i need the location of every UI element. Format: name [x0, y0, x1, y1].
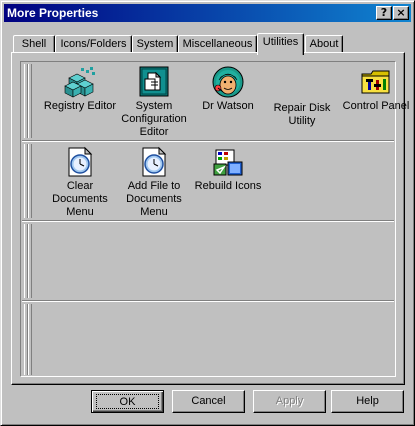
utilities-toolbar: Registry Editor System Configuration Edi…	[20, 61, 409, 377]
toolbar-band-1: Registry Editor System Configuration Edi…	[22, 62, 409, 141]
help-title-button[interactable]: ?	[376, 6, 392, 20]
band-grip[interactable]	[28, 144, 32, 218]
tab-icons-folders[interactable]: Icons/Folders	[55, 35, 132, 53]
band-grip[interactable]	[28, 304, 32, 375]
toolbar-band-4	[22, 302, 394, 377]
tab-label: Icons/Folders	[60, 38, 127, 50]
apply-button-label: Apply	[275, 395, 304, 407]
tab-label: Miscellaneous	[182, 38, 253, 50]
utilities-panel: Registry Editor System Configuration Edi…	[11, 52, 409, 385]
tab-about[interactable]: About	[305, 35, 343, 53]
dr-watson-icon	[212, 66, 244, 98]
rebuild-icons-icon	[213, 149, 243, 176]
tab-miscellaneous[interactable]: Miscellaneous	[178, 35, 257, 53]
cancel-button[interactable]: Cancel	[172, 390, 245, 413]
tool-label: Add File to Documents Menu	[126, 180, 182, 218]
ok-button-label: OK	[119, 396, 136, 408]
tool-label: Dr Watson	[202, 100, 254, 112]
tool-label: Clear Documents Menu	[52, 180, 108, 218]
help-button-label: Help	[356, 395, 379, 407]
dr-watson-tool[interactable]: Dr Watson	[190, 66, 266, 113]
system-configuration-editor-tool[interactable]: System Configuration Editor	[116, 66, 192, 139]
close-icon: ×	[396, 6, 406, 19]
help-button[interactable]: Help	[331, 390, 404, 413]
registry-editor-icon	[64, 67, 95, 98]
tab-utilities[interactable]: Utilities	[257, 33, 304, 55]
tab-label: Shell	[21, 38, 47, 50]
control-panel-tool[interactable]: Control Panel	[338, 66, 414, 113]
tool-label: Repair Disk Utility	[273, 102, 331, 127]
tool-label: Rebuild Icons	[194, 180, 262, 192]
band-grip[interactable]	[28, 224, 32, 298]
toolbar-band-2: Clear Documents Menu Add File to Documen…	[22, 142, 394, 221]
ok-button[interactable]: OK	[91, 390, 164, 413]
tab-label: Utilities	[262, 36, 299, 48]
registry-editor-tool[interactable]: Registry Editor	[42, 66, 118, 113]
tab-shell[interactable]: Shell	[13, 35, 55, 53]
toolbar-band-3	[22, 222, 394, 301]
close-title-button[interactable]: ×	[393, 6, 409, 20]
add-file-to-documents-menu-tool[interactable]: Add File to Documents Menu	[116, 146, 192, 219]
repair-disk-utility-tool[interactable]: Repair Disk Utility	[264, 102, 340, 128]
tab-label: About	[309, 38, 339, 50]
tool-label: Control Panel	[342, 100, 410, 112]
band-grip[interactable]	[28, 64, 32, 138]
control-panel-icon	[361, 70, 390, 94]
cancel-button-label: Cancel	[191, 395, 226, 407]
tab-label: System	[136, 38, 174, 50]
question-mark-icon: ?	[380, 6, 388, 19]
tab-system[interactable]: System	[132, 35, 178, 53]
tool-label: System Configuration Editor	[121, 100, 187, 138]
tool-label: Registry Editor	[43, 100, 117, 112]
more-properties-window: More Properties ? × Shell Icons/Folders …	[0, 0, 415, 426]
system-configuration-editor-icon	[139, 66, 169, 97]
clear-documents-menu-tool[interactable]: Clear Documents Menu	[42, 146, 118, 219]
rebuild-icons-tool[interactable]: Rebuild Icons	[190, 146, 266, 193]
apply-button[interactable]: Apply	[253, 390, 326, 413]
window-title: More Properties	[7, 6, 99, 20]
clear-documents-menu-icon	[68, 146, 93, 177]
add-file-to-documents-menu-icon	[142, 146, 167, 177]
title-bar[interactable]: More Properties ? ×	[4, 4, 411, 22]
